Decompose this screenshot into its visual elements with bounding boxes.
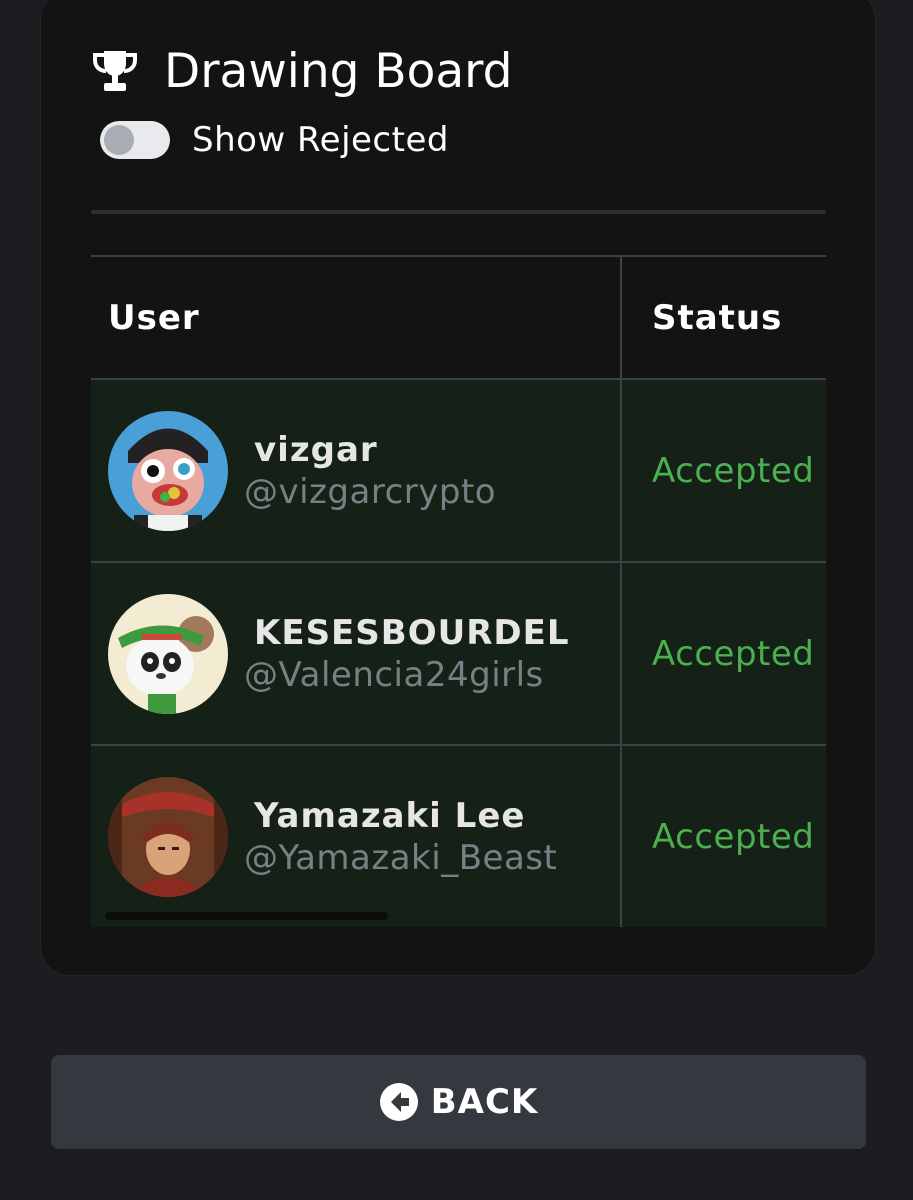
user-name: Yamazaki Lee: [254, 795, 526, 836]
table-header-row: User Status: [91, 255, 826, 380]
table-row[interactable]: vizgar @vizgarcrypto Accepted: [91, 378, 826, 563]
page: Drawing Board Show Rejected User Status: [0, 0, 913, 1200]
user-handle: @Yamazaki_Beast: [244, 837, 558, 878]
section-divider: [91, 210, 826, 214]
show-rejected-filter: Show Rejected: [100, 115, 449, 165]
avatar-vizgar: [108, 410, 228, 531]
user-handle: @vizgarcrypto: [244, 471, 497, 512]
entries-table-container[interactable]: User Status vizgar @vizgarcrypto Accepte…: [91, 255, 826, 927]
status-cell: Accepted: [621, 378, 826, 563]
user-cell: vizgar @vizgarcrypto: [91, 378, 622, 563]
page-title: Drawing Board: [164, 43, 513, 99]
column-header-user: User: [91, 255, 622, 380]
horizontal-scrollbar[interactable]: [105, 912, 388, 920]
user-name: vizgar: [254, 429, 378, 470]
back-button-label: BACK: [430, 1082, 539, 1122]
table-row[interactable]: Yamazaki Lee @Yamazaki_Beast Accepted: [91, 744, 826, 927]
trophy-icon: [92, 49, 138, 93]
toggle-knob: [104, 125, 134, 155]
column-header-status: Status: [621, 255, 826, 380]
status-cell: Accepted: [621, 744, 826, 927]
user-cell: Yamazaki Lee @Yamazaki_Beast: [91, 744, 622, 927]
avatar-kesesbourdel: [108, 593, 228, 714]
user-name: KESESBOURDEL: [254, 612, 570, 653]
status-cell: Accepted: [621, 561, 826, 746]
avatar-yamazaki: [108, 776, 228, 897]
header: Drawing Board: [92, 40, 513, 102]
show-rejected-label: Show Rejected: [192, 120, 449, 160]
user-handle: @Valencia24girls: [244, 654, 544, 695]
arrow-left-circle-icon: [379, 1082, 419, 1122]
entries-table: User Status vizgar @vizgarcrypto Accepte…: [91, 255, 826, 927]
show-rejected-toggle[interactable]: [100, 121, 170, 159]
user-cell: KESESBOURDEL @Valencia24girls: [91, 561, 622, 746]
table-row[interactable]: KESESBOURDEL @Valencia24girls Accepted: [91, 561, 826, 746]
back-button[interactable]: BACK: [51, 1055, 866, 1149]
